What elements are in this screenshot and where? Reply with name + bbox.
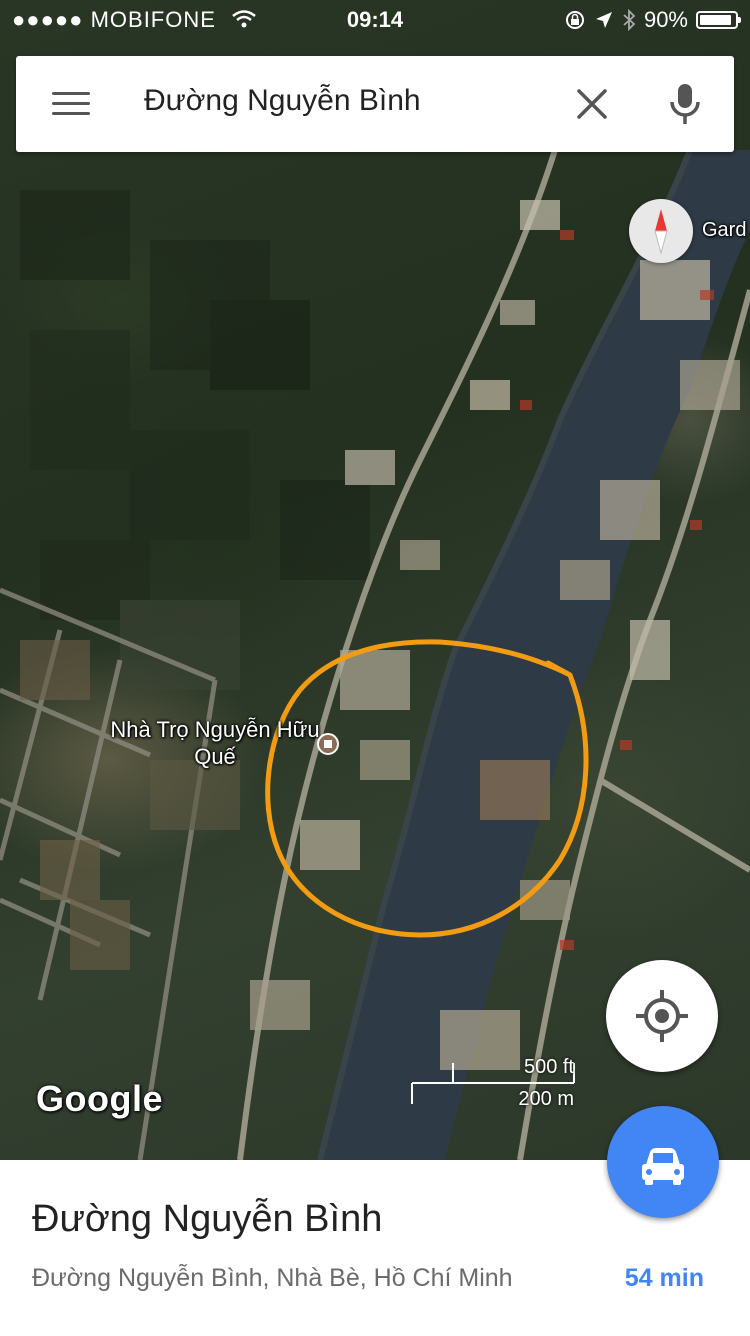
- battery-level: [700, 15, 731, 25]
- bluetooth-icon: [623, 9, 636, 31]
- battery-icon: [696, 11, 741, 29]
- travel-time[interactable]: 54 min: [625, 1264, 704, 1293]
- hamburger-menu-icon[interactable]: [52, 90, 90, 118]
- satellite-map[interactable]: Gard Nhà Trọ Nguyễn Hữu Quế Google 500 f…: [0, 0, 750, 1160]
- google-logo: Google: [36, 1078, 163, 1119]
- map-edge-label: Gard: [702, 219, 747, 241]
- location-arrow-icon: [595, 12, 612, 28]
- place-label[interactable]: Nhà Trọ Nguyễn Hữu Quế: [110, 716, 320, 770]
- my-location-button[interactable]: [606, 960, 718, 1072]
- scale-imperial: 500 ft: [523, 1056, 574, 1078]
- compass-icon: [654, 209, 668, 255]
- rotation-lock-icon: [565, 11, 584, 29]
- place-title: Đường Nguyễn Bình: [32, 1198, 383, 1240]
- microphone-icon: [670, 84, 700, 124]
- scale-metric: 200 m: [518, 1088, 574, 1110]
- map-scale: 500 ft 200 m: [410, 1056, 580, 1110]
- compass-button[interactable]: [629, 199, 693, 263]
- place-address: Đường Nguyễn Bình, Nhà Bè, Hồ Chí Minh: [32, 1264, 513, 1292]
- my-location-icon: [636, 990, 688, 1042]
- directions-button[interactable]: [607, 1106, 719, 1218]
- car-icon: [642, 1148, 684, 1185]
- status-bar: ●●●●● MOBIFONE 09:14 90%: [0, 0, 750, 40]
- status-indicators: 90%: [564, 7, 741, 33]
- voice-search-button[interactable]: [664, 80, 706, 128]
- clear-search-button[interactable]: [570, 82, 614, 126]
- place-pin-icon[interactable]: [317, 733, 339, 755]
- search-query[interactable]: Đường Nguyễn Bình: [144, 84, 421, 118]
- battery-percent: 90%: [643, 7, 688, 32]
- search-bar[interactable]: Đường Nguyễn Bình: [16, 56, 734, 152]
- close-icon: [577, 89, 607, 119]
